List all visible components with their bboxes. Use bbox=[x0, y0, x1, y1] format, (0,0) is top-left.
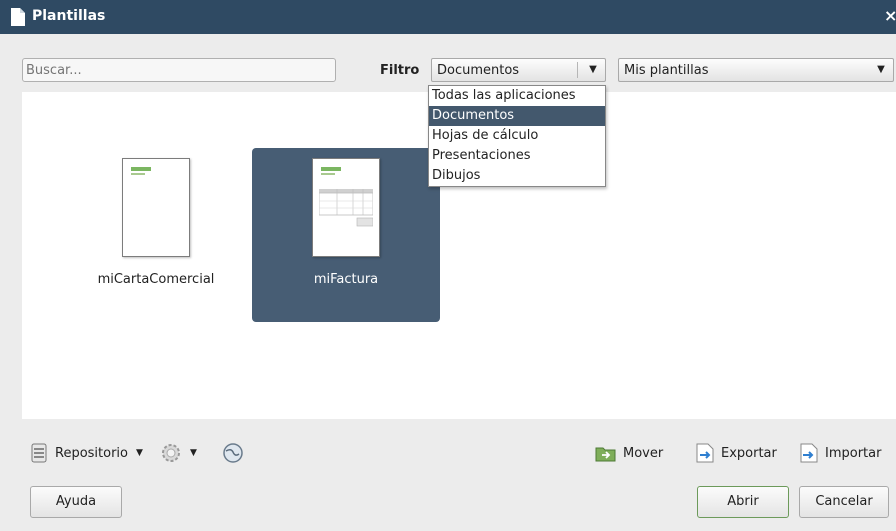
category-selected-value: Mis plantillas bbox=[624, 63, 709, 78]
filter-dropdown-list: Todas las aplicaciones Documentos Hojas … bbox=[428, 85, 606, 187]
import-label: Importar bbox=[825, 445, 882, 461]
invoice-table-graphic bbox=[319, 189, 373, 227]
template-thumbnail bbox=[122, 158, 190, 257]
template-name: miFactura bbox=[313, 272, 379, 287]
logo-mark bbox=[321, 173, 335, 175]
search-input[interactable] bbox=[22, 58, 336, 82]
globe-icon bbox=[223, 443, 243, 463]
logo-mark bbox=[131, 173, 145, 175]
repository-icon bbox=[31, 443, 47, 463]
document-icon bbox=[11, 8, 25, 26]
template-thumbnail bbox=[312, 158, 380, 257]
caret-down-icon[interactable]: ▼ bbox=[136, 448, 143, 458]
filter-option-documents[interactable]: Documentos bbox=[429, 106, 605, 126]
move-folder-icon bbox=[595, 447, 616, 462]
online-templates-button[interactable] bbox=[222, 442, 244, 464]
templates-dialog: Filtro Documentos ▼ Mis plantillas ▼ Tod… bbox=[0, 34, 896, 531]
open-button[interactable]: Abrir bbox=[697, 486, 789, 518]
logo-mark bbox=[131, 167, 151, 171]
template-item[interactable]: miCartaComercial bbox=[62, 148, 250, 322]
category-select[interactable]: Mis plantillas ▼ bbox=[618, 58, 894, 82]
move-button[interactable]: Mover bbox=[594, 442, 663, 464]
title-bar: Plantillas × bbox=[0, 0, 896, 34]
filter-selected-value: Documentos bbox=[437, 63, 520, 78]
repository-button[interactable]: Repositorio ▼ bbox=[28, 442, 143, 464]
filter-select[interactable]: Documentos ▼ bbox=[431, 58, 606, 82]
export-label: Exportar bbox=[721, 445, 777, 461]
chevron-down-icon[interactable]: ▼ bbox=[581, 59, 605, 81]
separator bbox=[577, 62, 578, 78]
cancel-button[interactable]: Cancelar bbox=[799, 486, 889, 518]
template-name: miCartaComercial bbox=[97, 272, 215, 287]
import-icon bbox=[800, 443, 818, 463]
settings-button[interactable]: ▼ bbox=[160, 442, 197, 464]
settings-gear-icon bbox=[162, 444, 180, 462]
window-title: Plantillas bbox=[32, 8, 106, 24]
import-button[interactable]: Importar bbox=[798, 442, 881, 464]
move-label: Mover bbox=[623, 445, 664, 461]
filter-option-presentations[interactable]: Presentaciones bbox=[429, 146, 605, 166]
export-icon bbox=[696, 443, 714, 463]
export-button[interactable]: Exportar bbox=[694, 442, 777, 464]
chevron-down-icon[interactable]: ▼ bbox=[869, 59, 893, 81]
filter-option-drawings[interactable]: Dibujos bbox=[429, 166, 605, 186]
filter-option-spreadsheets[interactable]: Hojas de cálculo bbox=[429, 126, 605, 146]
close-icon[interactable]: × bbox=[884, 6, 896, 25]
help-button[interactable]: Ayuda bbox=[30, 486, 122, 518]
caret-down-icon[interactable]: ▼ bbox=[190, 448, 197, 458]
template-item-selected[interactable]: miFactura bbox=[252, 148, 440, 322]
filter-label: Filtro bbox=[380, 63, 420, 78]
logo-mark bbox=[321, 167, 341, 171]
filter-option-all[interactable]: Todas las aplicaciones bbox=[429, 86, 605, 106]
repository-label: Repositorio bbox=[55, 445, 128, 461]
